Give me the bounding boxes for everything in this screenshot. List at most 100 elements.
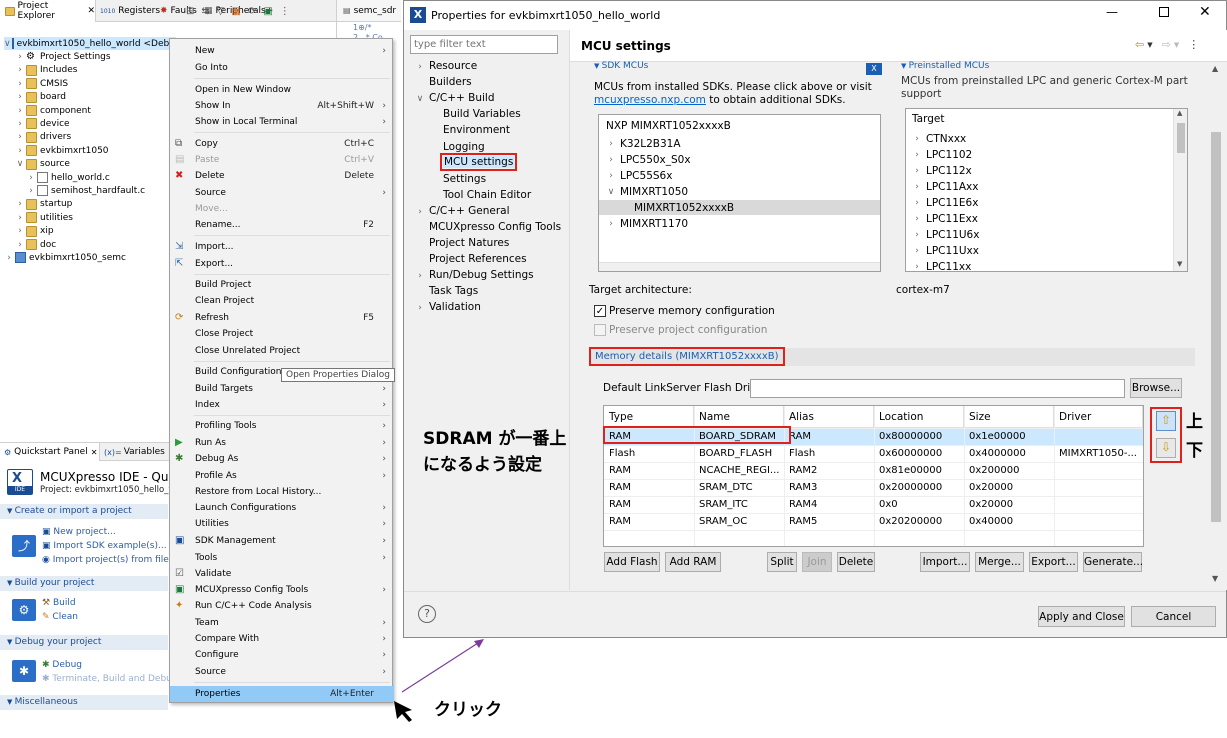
tree-item[interactable]: › drivers bbox=[15, 131, 71, 144]
tree-item[interactable]: › CMSIS bbox=[15, 77, 68, 90]
target-item[interactable]: › LPC11E6x bbox=[912, 195, 978, 210]
section-debug[interactable]: ▼ Debug your project bbox=[0, 635, 168, 650]
nav-item-build-variables[interactable]: Build Variables bbox=[429, 108, 521, 120]
view-menu-icon[interactable]: ⋮ bbox=[1188, 38, 1199, 51]
scroll-thumb[interactable] bbox=[1177, 123, 1185, 153]
menu-item-launch-configurations[interactable]: Launch Configurations › bbox=[170, 500, 394, 516]
menu-item-refresh[interactable]: ⟳ Refresh F5 bbox=[170, 310, 394, 326]
import-button[interactable]: Import... bbox=[920, 552, 970, 572]
sdk-mcu-tree[interactable]: NXP MIMXRT1052xxxxB › K32L2B31A › LPC550x_S… bbox=[598, 114, 881, 272]
tab-variables[interactable]: (x)= Variables bbox=[104, 445, 165, 459]
menu-item-clean-project[interactable]: Clean Project bbox=[170, 293, 394, 309]
split-button[interactable]: Split bbox=[767, 552, 797, 572]
sdk-tree-item[interactable]: › LPC550x_S0x bbox=[599, 152, 880, 167]
menu-item-build-project[interactable]: Build Project bbox=[170, 277, 394, 293]
join-button[interactable]: Join bbox=[802, 552, 832, 572]
menu-item-show-in[interactable]: Show In Alt+Shift+W › bbox=[170, 98, 394, 114]
add-flash-button[interactable]: Add Flash bbox=[604, 552, 660, 572]
nav-item-environment[interactable]: Environment bbox=[429, 124, 510, 136]
minimize-button[interactable]: — bbox=[1106, 5, 1118, 19]
expand-arrow-icon[interactable]: › bbox=[415, 271, 425, 281]
expand-arrow-icon[interactable]: › bbox=[606, 139, 616, 149]
nav-item-task-tags[interactable]: Task Tags bbox=[415, 285, 478, 297]
tree-item[interactable]: › Includes bbox=[15, 64, 77, 77]
menu-item-close-unrelated-project[interactable]: Close Unrelated Project bbox=[170, 343, 394, 359]
scroll-down-icon[interactable]: ▼ bbox=[1212, 574, 1218, 583]
menu-item-compare-with[interactable]: Compare With › bbox=[170, 631, 394, 647]
nav-item-project-references[interactable]: Project References bbox=[415, 253, 527, 265]
menu-item-import[interactable]: ⇲ Import... bbox=[170, 239, 394, 255]
menu-item-validate[interactable]: ☑ Validate bbox=[170, 566, 394, 582]
menu-item-configure[interactable]: Configure › bbox=[170, 647, 394, 663]
expand-arrow-icon[interactable]: › bbox=[15, 65, 25, 75]
menu-item-restore-from-local-history[interactable]: Restore from Local History... bbox=[170, 484, 394, 500]
apply-and-close-button[interactable]: Apply and Close bbox=[1038, 606, 1125, 627]
menu-item-sdk-management[interactable]: ▣ SDK Management › bbox=[170, 533, 394, 549]
expand-arrow-icon[interactable]: › bbox=[606, 171, 616, 181]
target-item[interactable]: › LPC11Axx bbox=[912, 179, 978, 194]
expand-arrow-icon[interactable]: › bbox=[26, 173, 36, 183]
expand-arrow-icon[interactable]: › bbox=[4, 253, 14, 263]
move-up-button[interactable]: ⇧ bbox=[1156, 411, 1176, 431]
import-projects-link[interactable]: ◉ Import project(s) from file sy bbox=[42, 555, 182, 565]
delete-button[interactable]: Delete bbox=[837, 552, 875, 572]
nav-item-logging[interactable]: Logging bbox=[429, 141, 485, 153]
close-button[interactable]: ✕ bbox=[1199, 4, 1211, 20]
section-create-import[interactable]: ▼ Create or import a project bbox=[0, 504, 168, 519]
expand-arrow-icon[interactable]: › bbox=[912, 246, 922, 256]
preserve-memory-checkbox[interactable]: ✓ Preserve memory configuration bbox=[594, 305, 775, 317]
sdk-tree-item[interactable]: MIMXRT1052xxxxB bbox=[599, 200, 880, 215]
debug-link[interactable]: ✱ Debug bbox=[42, 660, 82, 670]
expand-arrow-icon[interactable]: › bbox=[912, 166, 922, 176]
expand-arrow-icon[interactable]: › bbox=[15, 132, 25, 142]
expand-arrow-icon[interactable]: › bbox=[26, 186, 36, 196]
nav-item-project-natures[interactable]: Project Natures bbox=[415, 237, 509, 249]
tree-item[interactable]: › device bbox=[15, 117, 70, 130]
clean-link[interactable]: ✎ Clean bbox=[42, 612, 78, 622]
tree-item[interactable]: › doc bbox=[15, 238, 56, 251]
menu-item-open-in-new-window[interactable]: Open in New Window bbox=[170, 82, 394, 98]
close-icon[interactable]: ✕ bbox=[87, 6, 95, 16]
target-item[interactable]: › LPC11U6x bbox=[912, 227, 979, 242]
nav-item-c-c-general[interactable]: › C/C++ General bbox=[415, 205, 509, 217]
scroll-up-icon[interactable]: ▲ bbox=[1177, 109, 1182, 117]
expand-arrow-icon[interactable]: › bbox=[15, 119, 25, 129]
column-header-size[interactable]: Size bbox=[964, 406, 1054, 428]
menu-item-index[interactable]: Index › bbox=[170, 397, 394, 413]
menu-item-profile-as[interactable]: Profile As › bbox=[170, 468, 394, 484]
menu-item-delete[interactable]: ✖ Delete Delete bbox=[170, 168, 394, 184]
tree-item[interactable]: › evkbimxrt1050_semc bbox=[4, 251, 126, 264]
expand-arrow-icon[interactable]: › bbox=[912, 182, 922, 192]
nav-item-settings[interactable]: Settings bbox=[429, 173, 486, 185]
menu-item-debug-as[interactable]: ✱ Debug As › bbox=[170, 451, 394, 467]
expand-arrow-icon[interactable]: › bbox=[15, 92, 25, 102]
expand-arrow-icon[interactable]: › bbox=[606, 219, 616, 229]
menu-item-close-project[interactable]: Close Project bbox=[170, 326, 394, 342]
menu-item-build-targets[interactable]: Build Targets › bbox=[170, 381, 394, 397]
close-icon[interactable]: ✕ bbox=[91, 448, 98, 457]
expand-arrow-icon[interactable]: ∨ bbox=[415, 94, 425, 104]
new-project-link[interactable]: ▣ New project... bbox=[42, 527, 116, 537]
tree-item[interactable]: › utilities bbox=[15, 211, 73, 224]
menu-item-paste[interactable]: ▤ Paste Ctrl+V bbox=[170, 152, 394, 168]
sdk-link[interactable]: mcuxpresso.nxp.com bbox=[594, 94, 706, 106]
nav-item-validation[interactable]: › Validation bbox=[415, 301, 481, 313]
expand-arrow-icon[interactable]: › bbox=[15, 213, 25, 223]
tree-item[interactable]: › hello_world.c bbox=[26, 171, 110, 184]
expand-arrow-icon[interactable]: › bbox=[15, 146, 25, 156]
expand-arrow-icon[interactable]: › bbox=[415, 303, 425, 313]
target-item[interactable]: › LPC11Exx bbox=[912, 211, 978, 226]
sdk-tree-item[interactable]: ∨ MIMXRT1050 bbox=[599, 184, 880, 199]
column-header-name[interactable]: Name bbox=[694, 406, 784, 428]
expand-arrow-icon[interactable]: › bbox=[415, 207, 425, 217]
expand-arrow-icon[interactable]: › bbox=[912, 198, 922, 208]
nav-item-tool-chain-editor[interactable]: Tool Chain Editor bbox=[429, 189, 531, 201]
add-ram-button[interactable]: Add RAM bbox=[665, 552, 721, 572]
browse-button[interactable]: Browse... bbox=[1130, 378, 1182, 398]
expand-arrow-icon[interactable]: ∨ bbox=[15, 159, 25, 169]
sdk-tree-item[interactable]: › LPC55S6x bbox=[599, 168, 880, 183]
menu-item-copy[interactable]: ⧉ Copy Ctrl+C bbox=[170, 136, 394, 152]
export-button[interactable]: Export... bbox=[1029, 552, 1078, 572]
maximize-button[interactable] bbox=[1159, 7, 1169, 17]
section-misc[interactable]: ▼ Miscellaneous bbox=[0, 695, 168, 710]
